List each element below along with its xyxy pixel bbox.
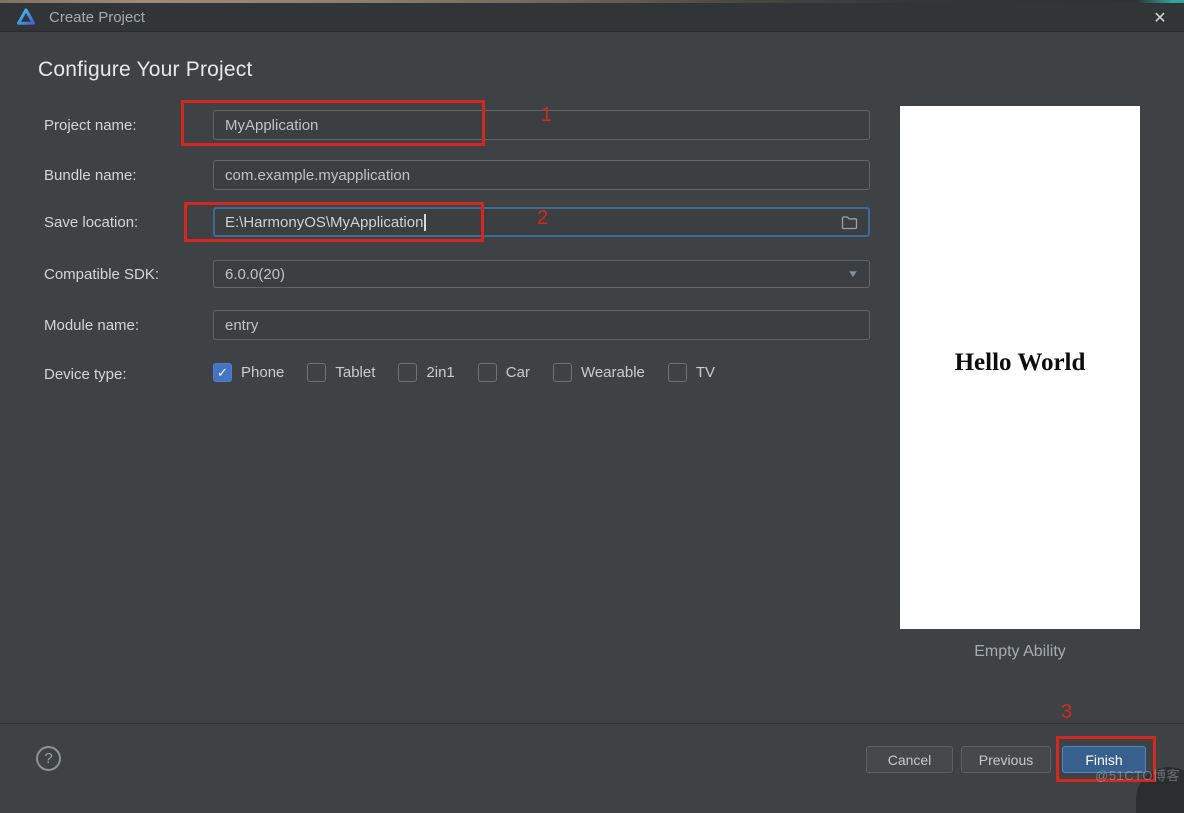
checkbox-phone[interactable]: ✓ <box>213 363 232 382</box>
close-icon[interactable]: ✕ <box>1148 7 1172 29</box>
bundle-name-input[interactable]: com.example.myapplication <box>213 160 870 190</box>
bundle-name-label: Bundle name: <box>44 167 137 184</box>
device-option-2in1[interactable]: 2in1 <box>398 363 455 382</box>
device-option-tablet[interactable]: Tablet <box>307 363 375 382</box>
device-option-wearable[interactable]: Wearable <box>552 363 645 382</box>
checkbox-2in1[interactable] <box>398 363 418 382</box>
project-name-label: Project name: <box>44 117 137 134</box>
dialog-title: Create Project <box>49 8 145 26</box>
help-icon[interactable]: ? <box>36 746 61 771</box>
deveco-studio-logo-icon <box>17 8 35 25</box>
save-location-value: E:\HarmonyOS\MyApplication <box>225 213 424 231</box>
module-name-input[interactable]: entry <box>213 310 870 340</box>
module-name-label: Module name: <box>44 317 140 334</box>
device-option-car[interactable]: Car <box>477 363 530 382</box>
compatible-sdk-label: Compatible SDK: <box>44 266 160 283</box>
preview-caption: Empty Ability <box>974 643 1066 660</box>
footer-divider <box>0 723 1184 724</box>
watermark: @51CTO博客 <box>1095 768 1180 783</box>
save-location-input[interactable]: E:\HarmonyOS\MyApplication <box>213 207 870 237</box>
preview-hello-world: Hello World <box>954 348 1086 376</box>
save-location-label: Save location: <box>44 214 139 231</box>
project-name-value: MyApplication <box>225 116 319 134</box>
annotation-step-3: 3 <box>1061 701 1073 723</box>
module-name-value: entry <box>225 316 259 334</box>
compatible-sdk-select[interactable]: 6.0.0(20) ▼ <box>213 260 870 288</box>
folder-browse-icon[interactable] <box>841 215 858 230</box>
device-type-group: ✓ Phone Tablet 2in1 Car Wearable TV <box>213 363 715 382</box>
device-type-label: Device type: <box>44 366 127 383</box>
compatible-sdk-value: 6.0.0(20) <box>225 265 286 283</box>
cancel-button[interactable]: Cancel <box>866 746 953 773</box>
checkbox-car[interactable] <box>477 363 497 382</box>
text-cursor <box>424 213 426 231</box>
dialog-titlebar: Create Project ✕ <box>0 3 1184 32</box>
previous-button[interactable]: Previous <box>961 746 1051 773</box>
chevron-down-icon[interactable]: ▼ <box>847 269 860 280</box>
checkbox-tv[interactable] <box>667 363 687 382</box>
page-title: Configure Your Project <box>38 58 253 81</box>
device-option-phone[interactable]: ✓ Phone <box>213 363 284 382</box>
ability-preview: Hello World <box>900 106 1140 629</box>
bundle-name-value: com.example.myapplication <box>225 166 411 184</box>
checkbox-tablet[interactable] <box>307 363 327 382</box>
device-option-tv[interactable]: TV <box>667 363 715 382</box>
checkbox-wearable[interactable] <box>552 363 572 382</box>
project-name-input[interactable]: MyApplication <box>213 110 870 140</box>
